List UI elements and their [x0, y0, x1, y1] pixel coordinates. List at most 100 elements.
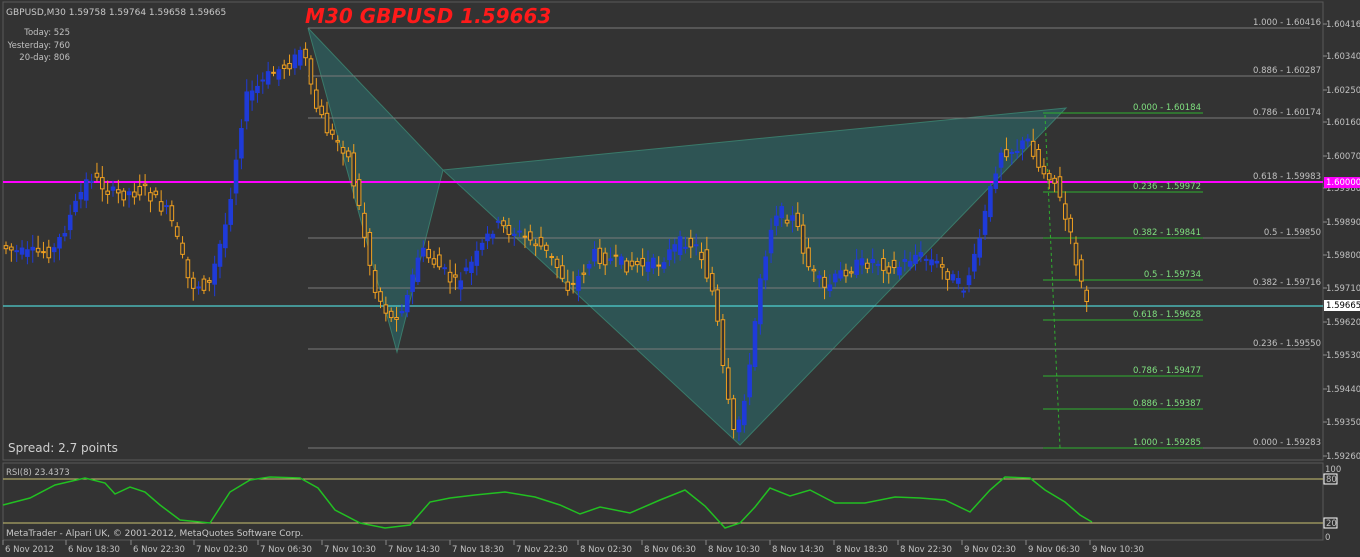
candle-body	[142, 183, 148, 187]
harmonic-pattern	[307, 27, 1068, 446]
candle-body	[137, 185, 143, 196]
candle-body	[618, 256, 624, 265]
fib-right-label: 0.618 - 1.59983	[1253, 172, 1321, 182]
candle-body	[517, 230, 522, 233]
candle-body	[725, 367, 731, 400]
candle-body	[426, 248, 431, 259]
fib-green-label: 0.5 - 1.59734	[1144, 270, 1201, 280]
candle-body	[265, 71, 271, 85]
candle-body	[1073, 242, 1079, 266]
price-tick-label: 1.60160	[1326, 118, 1360, 128]
candle-body	[709, 273, 715, 292]
candle-body	[790, 215, 795, 221]
price-tick-label: 1.59800	[1326, 251, 1360, 261]
time-tick-label: 7 Nov 10:30	[324, 545, 376, 555]
candle-body	[613, 254, 619, 257]
candle-body	[1036, 148, 1041, 168]
time-tick-label: 8 Nov 10:30	[708, 545, 760, 555]
yesterday-range: Yesterday: 760	[7, 41, 70, 51]
fib-green-label: 1.000 - 1.59285	[1133, 438, 1201, 448]
candle-body	[592, 248, 597, 262]
candle-body	[602, 252, 608, 266]
pattern-triangle-bcd	[441, 107, 1068, 446]
fib-green-labels: 0.000 - 1.60184 0.236 - 1.59972 0.382 - 1.…	[1133, 103, 1201, 448]
candle-body	[249, 90, 255, 101]
candle-body	[549, 256, 555, 259]
candle-body	[961, 290, 966, 293]
time-tick-label: 7 Nov 02:30	[196, 545, 248, 555]
candle-body	[661, 262, 667, 269]
candle-body	[41, 251, 46, 254]
candle-body	[784, 219, 790, 224]
fib-right-label: 0.236 - 1.59550	[1253, 339, 1321, 349]
candle-body	[479, 242, 485, 250]
time-tick-label: 7 Nov 22:30	[516, 545, 568, 555]
fib-right-labels: 1.000 - 1.60416 0.886 - 1.60287 0.786 - 1.…	[1253, 18, 1321, 448]
candle-body	[132, 191, 137, 198]
candle-body	[779, 206, 785, 219]
candle-body	[437, 254, 442, 268]
candle-body	[410, 274, 415, 292]
time-tick-label: 9 Nov 10:30	[1092, 545, 1144, 555]
candle-body	[972, 253, 977, 272]
time-tick-label: 8 Nov 02:30	[580, 545, 632, 555]
candle-body	[362, 212, 367, 238]
candle-body	[683, 246, 688, 249]
candle-body	[731, 398, 736, 430]
time-tick-label: 9 Nov 06:30	[1028, 545, 1080, 555]
candle-body	[463, 267, 469, 272]
time-tick-label: 6 Nov 22:30	[133, 545, 185, 555]
candle-body	[774, 215, 779, 226]
candle-body	[239, 128, 244, 159]
candle-body	[581, 272, 587, 275]
candle-body	[742, 400, 747, 426]
time-axis: 6 Nov 2012 6 Nov 18:30 6 Nov 22:30 7 Nov 02…	[2, 540, 1144, 555]
fib-right-label: 0.786 - 1.60174	[1253, 108, 1321, 118]
candle-body	[383, 304, 389, 314]
candle-body	[902, 259, 908, 262]
candle-body	[1046, 173, 1052, 181]
time-tick-label: 8 Nov 22:30	[900, 545, 952, 555]
fib-green-label: 0.886 - 1.59387	[1133, 399, 1201, 409]
trading-chart[interactable]: GBPUSD,M30 1.59758 1.59764 1.59658 1.596…	[0, 0, 1360, 557]
time-tick-label: 7 Nov 14:30	[388, 545, 440, 555]
candle-body	[715, 289, 720, 322]
candle-body	[816, 275, 822, 279]
candle-body	[330, 129, 335, 135]
candle-body	[1052, 177, 1057, 184]
level-price-label: 1.60000	[1326, 178, 1360, 188]
candle-body	[78, 192, 84, 200]
candle-body	[849, 271, 854, 274]
candle-body	[1063, 203, 1068, 220]
candle-body	[196, 286, 201, 289]
candle-body	[913, 254, 918, 264]
price-tick-label: 1.59440	[1326, 385, 1360, 395]
candle-body	[485, 233, 490, 242]
candle-body	[982, 210, 988, 235]
candle-body	[495, 220, 501, 223]
candle-body	[768, 229, 774, 254]
fib-right-label: 0.5 - 1.59850	[1264, 228, 1321, 238]
candle-body	[1020, 140, 1025, 150]
candle-body	[116, 189, 121, 194]
candle-body	[335, 140, 340, 143]
candle-body	[367, 231, 373, 266]
candle-body	[950, 274, 956, 281]
candle-body	[870, 258, 876, 264]
today-range: Today: 525	[23, 28, 70, 38]
candle-body	[544, 244, 549, 251]
candle-body	[388, 310, 394, 319]
candle-body	[966, 275, 972, 286]
candle-body	[399, 310, 405, 314]
candle-body	[35, 247, 41, 253]
time-tick-label: 9 Nov 02:30	[964, 545, 1016, 555]
candle-body	[303, 48, 308, 59]
rsi-axis-20: 20	[1326, 519, 1337, 529]
candle-body	[865, 262, 870, 269]
candle-body	[597, 247, 603, 264]
candle-body	[939, 264, 945, 268]
time-tick-label: 6 Nov 18:30	[68, 545, 120, 555]
fib-levels	[3, 27, 1323, 449]
candle-body	[822, 276, 827, 288]
candle-body	[1025, 138, 1031, 142]
